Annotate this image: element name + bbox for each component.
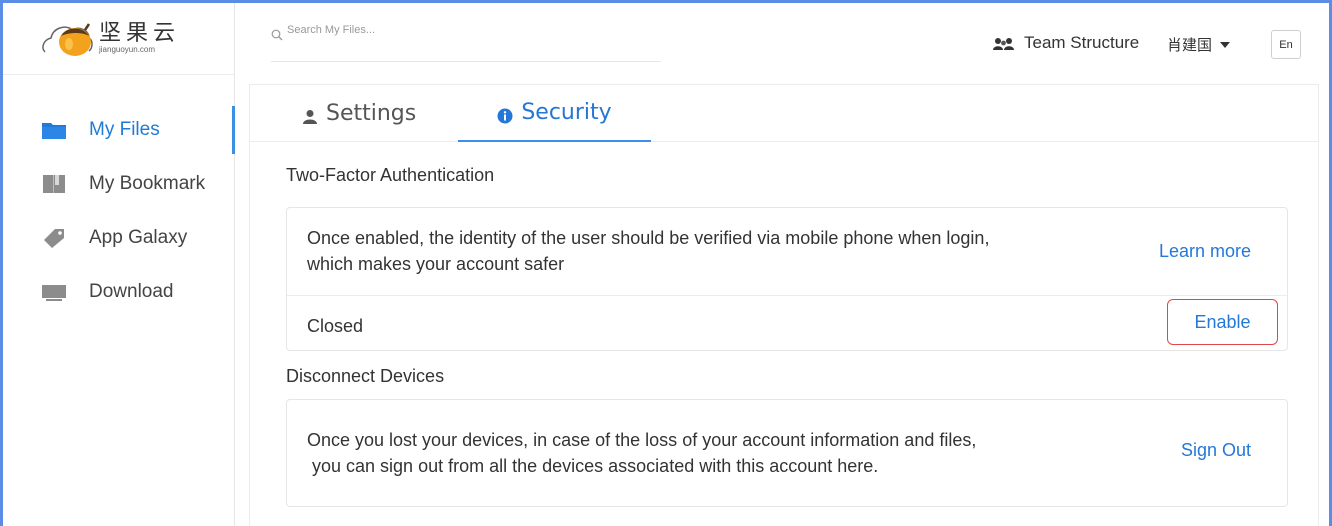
sidebar-item-my-bookmark[interactable]: My Bookmark [3,157,234,211]
learn-more-link[interactable]: Learn more [1159,241,1251,262]
disconnect-description-line2: you can sign out from all the devices as… [307,456,879,476]
monitor-icon [41,282,67,302]
tab-bar: Settings Security [250,85,1318,142]
sidebar-item-label: Download [89,281,174,302]
acorn-logo-icon [39,18,97,60]
disconnect-description-line1: Once you lost your devices, in case of t… [307,430,977,450]
disconnect-devices-title: Disconnect Devices [286,366,445,386]
enable-button[interactable]: Enable [1167,299,1278,345]
caret-down-icon [1220,41,1231,48]
tag-icon [41,228,67,248]
tab-settings[interactable]: Settings [302,85,416,142]
user-menu[interactable]: 肖建国 [1167,34,1231,55]
two-factor-title: Two-Factor Authentication [286,165,495,185]
tab-security[interactable]: Security [458,85,651,142]
team-structure-link[interactable]: Team Structure [992,33,1139,53]
disconnect-devices-card: Once you lost your devices, in case of t… [286,399,1288,507]
language-switch-button[interactable]: En [1271,30,1301,59]
user-icon [302,106,318,124]
sign-out-link[interactable]: Sign Out [1181,440,1251,461]
sidebar: 坚果云 jianguoyun.com My Files My Bookmark … [3,3,235,526]
sidebar-item-my-files[interactable]: My Files [3,103,235,157]
sidebar-item-app-galaxy[interactable]: App Galaxy [3,211,234,265]
sidebar-item-label: App Galaxy [89,227,188,248]
card-divider [287,295,1287,296]
logo[interactable]: 坚果云 jianguoyun.com [3,3,234,75]
info-icon [497,105,513,123]
sidebar-item-download[interactable]: Download [3,265,234,319]
tab-label: Security [521,100,612,125]
logo-text-en: jianguoyun.com [99,45,156,54]
bookmark-icon [41,174,67,194]
two-factor-description-line1: Once enabled, the identity of the user s… [307,228,990,248]
logo-text-cn: 坚果云 [99,21,181,46]
folder-icon [41,120,67,140]
two-factor-card: Once enabled, the identity of the user s… [286,207,1288,351]
team-icon [992,36,1016,50]
search-input[interactable] [287,24,647,36]
search-icon [271,28,283,41]
search-bar[interactable] [271,24,661,62]
user-name: 肖建国 [1167,36,1213,54]
tab-label: Settings [326,101,417,126]
sidebar-item-label: My Files [89,119,160,140]
sidebar-item-label: My Bookmark [89,173,206,194]
two-factor-status: Closed [307,316,364,336]
team-structure-label: Team Structure [1024,33,1140,52]
sidebar-nav: My Files My Bookmark App Galaxy Download [3,103,235,319]
two-factor-description-line2: which makes your account safer [307,254,565,274]
settings-panel: Settings Security Two-Factor Authenticat… [249,84,1319,526]
